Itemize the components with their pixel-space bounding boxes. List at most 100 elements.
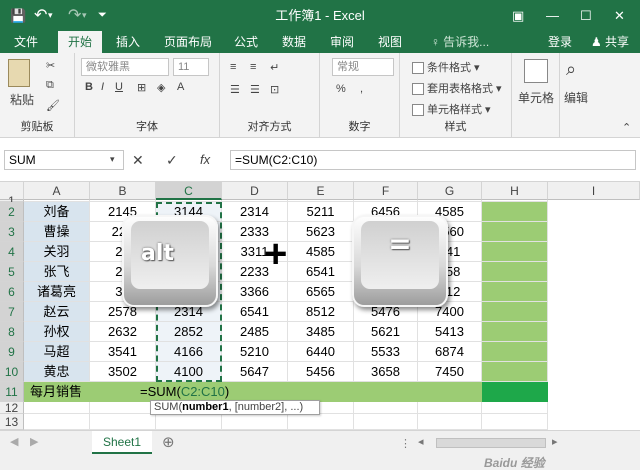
customize-qat-icon[interactable]: ⏷ (98, 0, 107, 31)
data-cell[interactable]: 7450 (418, 362, 482, 382)
data-cell[interactable]: 5456 (288, 362, 354, 382)
enter-icon[interactable]: ✓ (166, 152, 178, 169)
data-cell[interactable]: 5413 (418, 322, 482, 342)
percent-icon[interactable]: % (336, 83, 346, 95)
column-header-b[interactable]: B (90, 182, 156, 200)
name-cell[interactable]: 关羽 (24, 242, 90, 262)
total-row-h-cell[interactable] (482, 382, 548, 402)
wrap-text-icon[interactable]: ↵ (270, 61, 279, 74)
undo-icon[interactable]: ↶ (34, 0, 47, 31)
share-button[interactable]: ♟ 共享 (584, 31, 636, 53)
horizontal-scrollbar[interactable] (436, 438, 546, 448)
data-cell[interactable]: 8512 (288, 302, 354, 322)
data-cell[interactable]: 5623 (288, 222, 354, 242)
worksheet-grid[interactable]: ABCDEFGHI 1 2 3 4 5 6 7 8 9 10 11 12 13 刘备 2145 3144 23… (0, 182, 640, 430)
empty-cell[interactable] (482, 414, 548, 430)
highlight-cell[interactable] (482, 222, 548, 242)
cell-styles-button[interactable]: 单元格样式 ▾ (412, 101, 491, 117)
empty-cell[interactable] (24, 402, 90, 414)
name-cell[interactable]: 马超 (24, 342, 90, 362)
tab-view[interactable]: 视图 (370, 31, 410, 53)
empty-cell[interactable] (418, 402, 482, 414)
cells-group[interactable]: 单元格 (512, 53, 560, 137)
row-header-13[interactable]: 13 (0, 414, 24, 430)
tab-insert[interactable]: 插入 (108, 31, 148, 53)
highlight-cell[interactable] (482, 242, 548, 262)
empty-cell[interactable] (354, 402, 418, 414)
name-cell[interactable]: 黄忠 (24, 362, 90, 382)
data-cell[interactable]: 5621 (354, 322, 418, 342)
font-name-combo[interactable]: 微软雅黑 (81, 58, 169, 76)
maximize-button[interactable]: ☐ (580, 0, 592, 31)
tab-page-layout[interactable]: 页面布局 (158, 31, 218, 53)
name-cell[interactable]: 张飞 (24, 262, 90, 282)
data-cell[interactable]: 5647 (222, 362, 288, 382)
paste-icon[interactable] (8, 59, 30, 87)
highlight-cell[interactable] (482, 322, 548, 342)
new-sheet-icon[interactable]: ⊕ (162, 433, 175, 451)
redo-dropdown-icon[interactable]: ▾ (82, 0, 87, 31)
cut-icon[interactable]: ✂ (46, 59, 55, 72)
data-cell[interactable]: 6874 (418, 342, 482, 362)
name-cell[interactable]: 曹操 (24, 222, 90, 242)
total-formula-cell[interactable]: =SUM(C2:C10) (140, 382, 229, 402)
data-cell[interactable]: 3541 (90, 342, 156, 362)
login-link[interactable]: 登录 (542, 31, 578, 53)
empty-cell[interactable] (482, 200, 548, 202)
tab-review[interactable]: 审阅 (322, 31, 362, 53)
row-header-9[interactable]: 9 (0, 342, 24, 362)
row-header-10[interactable]: 10 (0, 362, 24, 382)
tab-formulas[interactable]: 公式 (226, 31, 266, 53)
highlight-cell[interactable] (482, 282, 548, 302)
empty-cell[interactable] (156, 414, 222, 430)
hscroll-left-icon[interactable]: ◂ (418, 435, 424, 448)
data-cell[interactable]: 4585 (288, 242, 354, 262)
align-left-icon[interactable]: ☰ (230, 83, 240, 96)
highlight-cell[interactable] (482, 262, 548, 282)
redo-icon[interactable]: ↷ (68, 0, 81, 31)
column-header-a[interactable]: A (24, 182, 90, 200)
empty-cell[interactable] (222, 414, 288, 430)
save-icon[interactable]: 💾 (10, 0, 26, 31)
data-cell[interactable]: 3502 (90, 362, 156, 382)
data-cell[interactable]: 6440 (288, 342, 354, 362)
data-cell[interactable]: 6541 (222, 302, 288, 322)
highlight-cell[interactable] (482, 202, 548, 222)
name-box-dropdown-icon[interactable]: ▾ (110, 154, 115, 165)
scroll-left-icon[interactable]: ◀ (10, 435, 18, 448)
highlight-cell[interactable] (482, 342, 548, 362)
empty-cell[interactable] (90, 414, 156, 430)
empty-cell[interactable] (354, 414, 418, 430)
total-row-label[interactable]: 每月销售 (30, 382, 82, 402)
name-cell[interactable]: 诸葛亮 (24, 282, 90, 302)
scroll-right-icon[interactable]: ▶ (30, 435, 38, 448)
row-header-6[interactable]: 6 (0, 282, 24, 302)
align-middle-icon[interactable]: ≡ (250, 61, 256, 73)
empty-cell[interactable] (418, 200, 482, 202)
empty-cell[interactable] (354, 200, 418, 202)
empty-cell[interactable] (288, 414, 354, 430)
bold-icon[interactable]: B (85, 81, 93, 93)
empty-cell[interactable] (482, 402, 548, 414)
row-header-5[interactable]: 5 (0, 262, 24, 282)
cancel-icon[interactable]: ✕ (132, 152, 144, 169)
empty-cell[interactable] (24, 414, 90, 430)
merge-icon[interactable]: ⊡ (270, 83, 279, 96)
undo-dropdown-icon[interactable]: ▾ (48, 0, 53, 31)
row-header-3[interactable]: 3 (0, 222, 24, 242)
row-header-7[interactable]: 7 (0, 302, 24, 322)
font-color-icon[interactable]: A (177, 81, 184, 93)
empty-cell[interactable] (90, 200, 156, 202)
tab-home[interactable]: 开始 (58, 31, 102, 53)
ribbon-display-options-icon[interactable]: ▣ (512, 0, 524, 31)
column-header-e[interactable]: E (288, 182, 354, 200)
row-header-8[interactable]: 8 (0, 322, 24, 342)
tab-data[interactable]: 数据 (274, 31, 314, 53)
underline-icon[interactable]: U (115, 81, 123, 93)
minimize-button[interactable]: — (546, 0, 559, 31)
comma-style-icon[interactable]: , (360, 83, 363, 95)
collapse-ribbon-icon[interactable]: ⌃ (622, 121, 631, 134)
close-button[interactable]: ✕ (614, 0, 625, 31)
name-cell[interactable]: 赵云 (24, 302, 90, 322)
paste-label[interactable]: 粘贴 (10, 91, 34, 108)
